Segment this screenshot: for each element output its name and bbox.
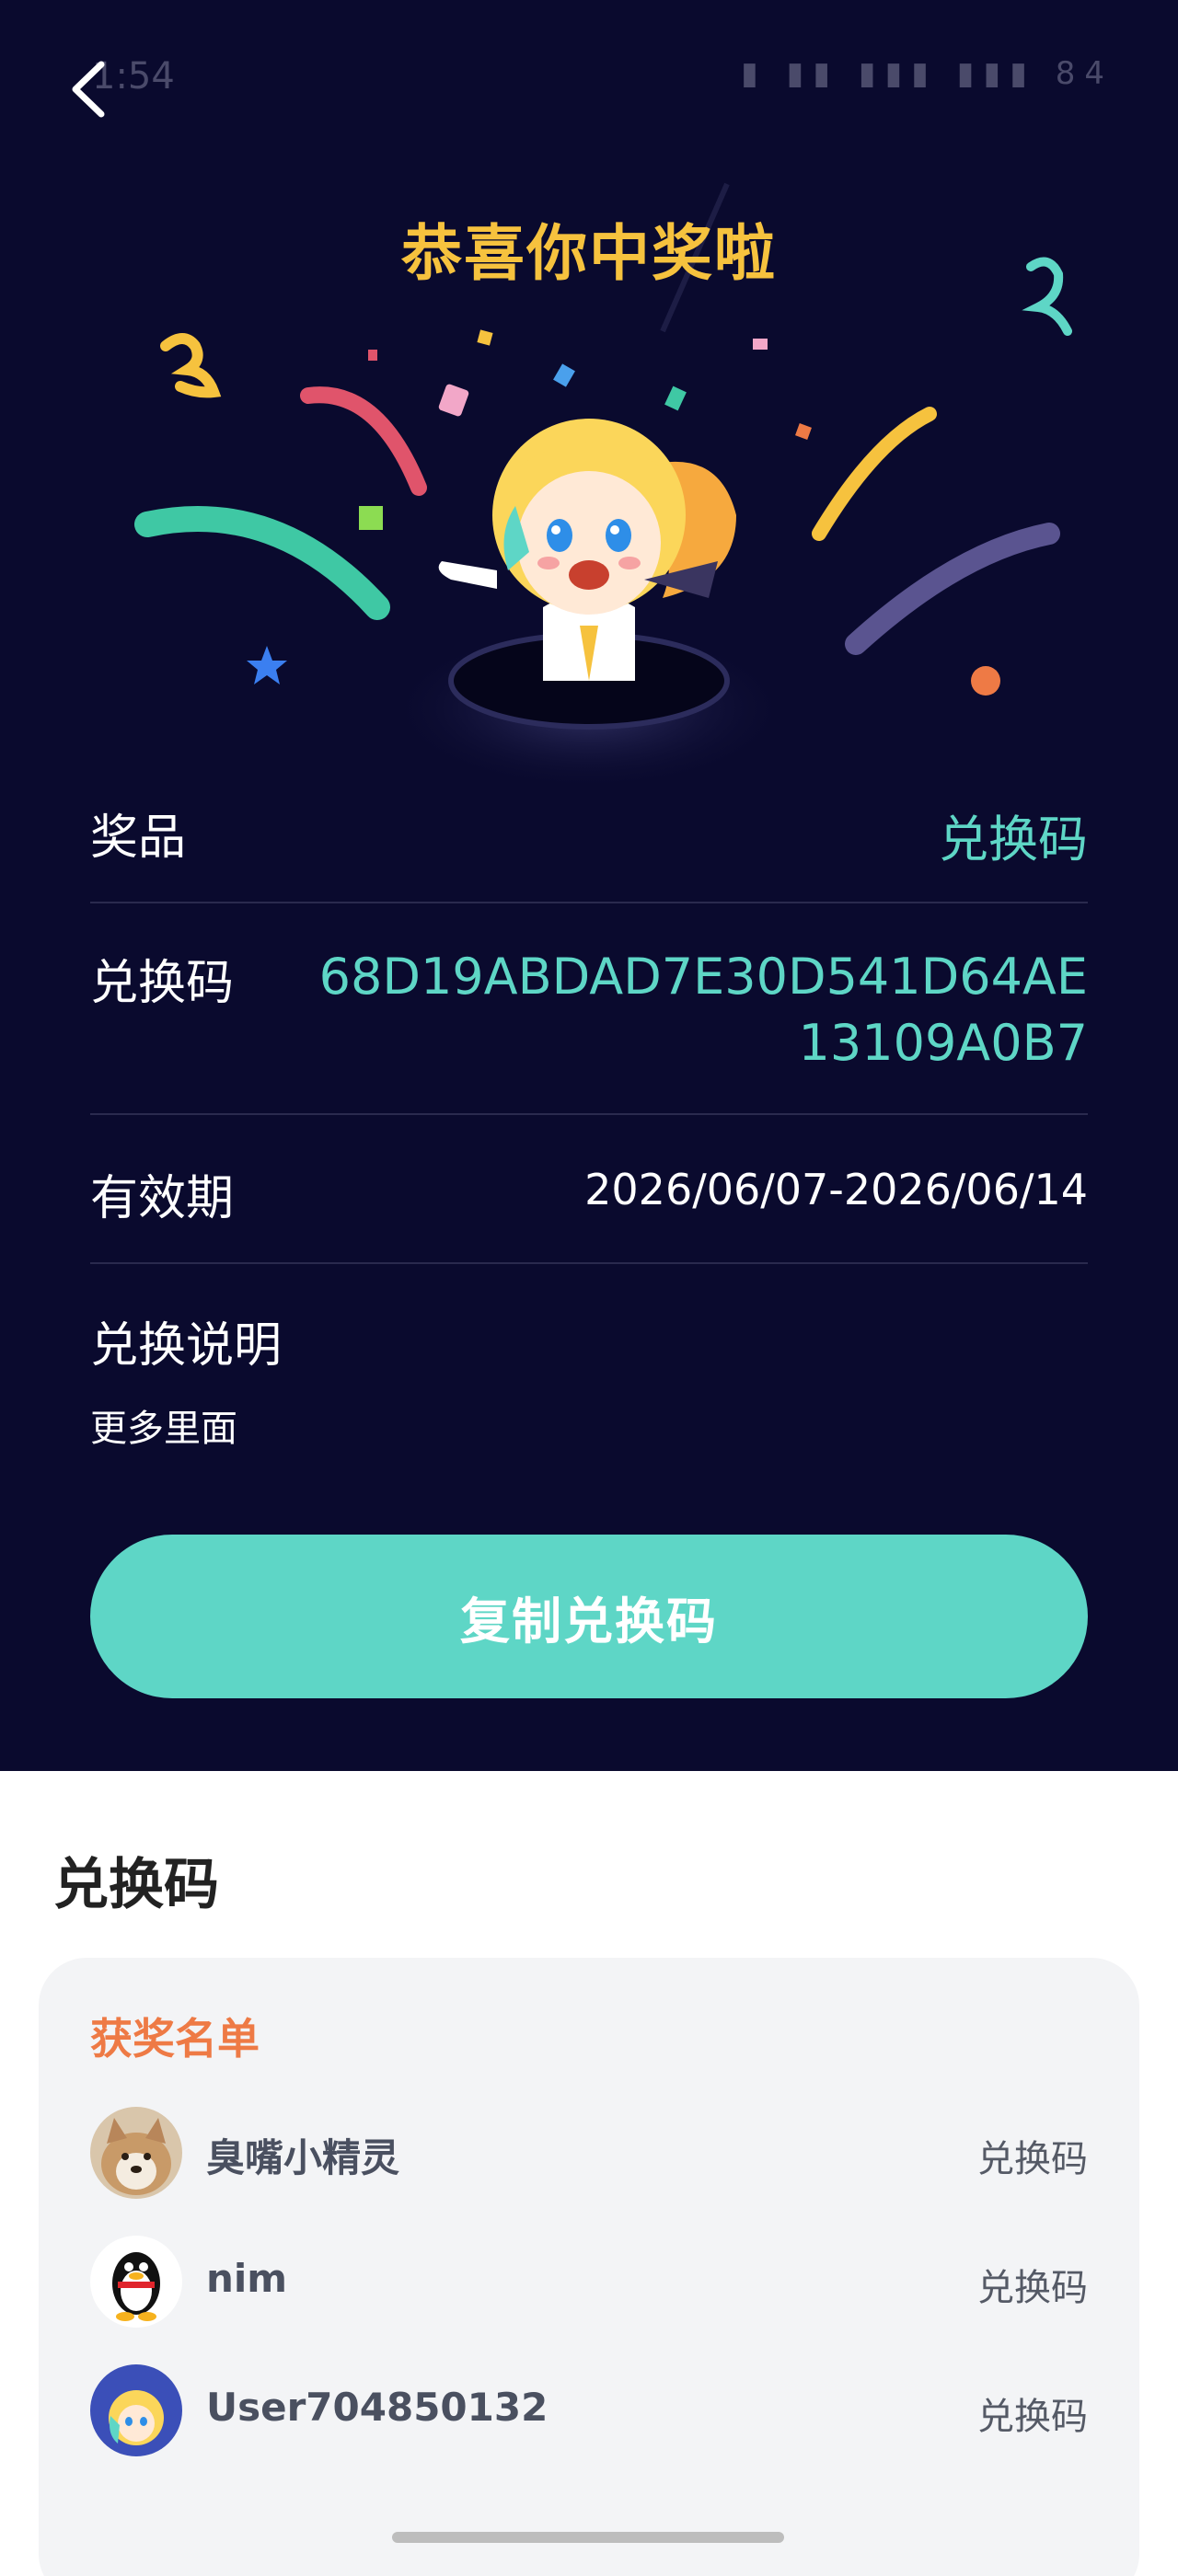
instructions-label: 兑换说明	[90, 1318, 283, 1374]
winner-name: User704850132	[206, 2385, 549, 2430]
validity-label: 有效期	[90, 1171, 235, 1226]
status-bar: 1:54 ▮ ▮▮ ▮▮▮ ▮▮▮ 84	[0, 55, 1178, 101]
winner-prize: 兑换码	[977, 2267, 1088, 2309]
winner-row[interactable]: nim 兑换码	[90, 2236, 1088, 2328]
congrats-headline: 恭喜你中奖啦	[401, 218, 777, 289]
copy-code-button[interactable]: 复制兑换码	[90, 1535, 1088, 1698]
prize-value: 兑换码	[939, 811, 1088, 868]
prize-row: 奖品 兑换码	[90, 793, 1088, 903]
winner-prize: 兑换码	[977, 2138, 1088, 2180]
qq-penguin-avatar	[90, 2236, 182, 2328]
redeem-code-value[interactable]: 68D19ABDAD7E30D541D64AE 13109A0B7	[319, 944, 1088, 1076]
redeem-code-row: 兑换码 68D19ABDAD7E30D541D64AE 13109A0B7	[90, 905, 1088, 1115]
instructions-text: 更多里面	[90, 1408, 237, 1450]
winner-prize: 兑换码	[977, 2396, 1088, 2438]
section-title: 兑换码	[53, 1853, 219, 1917]
redeem-code-label: 兑换码	[90, 956, 235, 1011]
battery-level: 84	[1055, 55, 1114, 92]
redeem-code-line-2: 13109A0B7	[798, 1014, 1088, 1072]
back-arrow-icon[interactable]	[64, 57, 120, 121]
redeem-code-line-1: 68D19ABDAD7E30D541D64AE	[318, 948, 1088, 1006]
winners-title: 获奖名单	[90, 2014, 260, 2064]
prize-label: 奖品	[90, 811, 187, 866]
validity-row: 有效期 2026/06/07-2026/06/14	[90, 1117, 1088, 1264]
status-icons: ▮ ▮▮ ▮▮▮ ▮▮▮ 84	[741, 55, 1114, 92]
mascot-avatar	[90, 2364, 182, 2456]
home-indicator[interactable]	[392, 2532, 784, 2543]
winner-row[interactable]: 臭嘴小精灵 兑换码	[90, 2107, 1088, 2199]
winner-name: nim	[206, 2256, 288, 2301]
shiba-dog-avatar	[90, 2107, 182, 2199]
prize-result-panel: 1:54 ▮ ▮▮ ▮▮▮ ▮▮▮ 84 恭喜你中奖啦 奖品 兑换码 兑换码 6…	[0, 0, 1178, 1771]
winner-row[interactable]: User704850132 兑换码	[90, 2364, 1088, 2456]
validity-value: 2026/06/07-2026/06/14	[584, 1165, 1088, 1214]
instructions-block: 兑换说明 更多里面	[90, 1266, 1088, 1468]
winners-card: 获奖名单 臭嘴小精灵 兑换码 nim 兑换码 User704850132 兑换码	[39, 1958, 1139, 2576]
winner-name: 臭嘴小精灵	[206, 2135, 400, 2180]
